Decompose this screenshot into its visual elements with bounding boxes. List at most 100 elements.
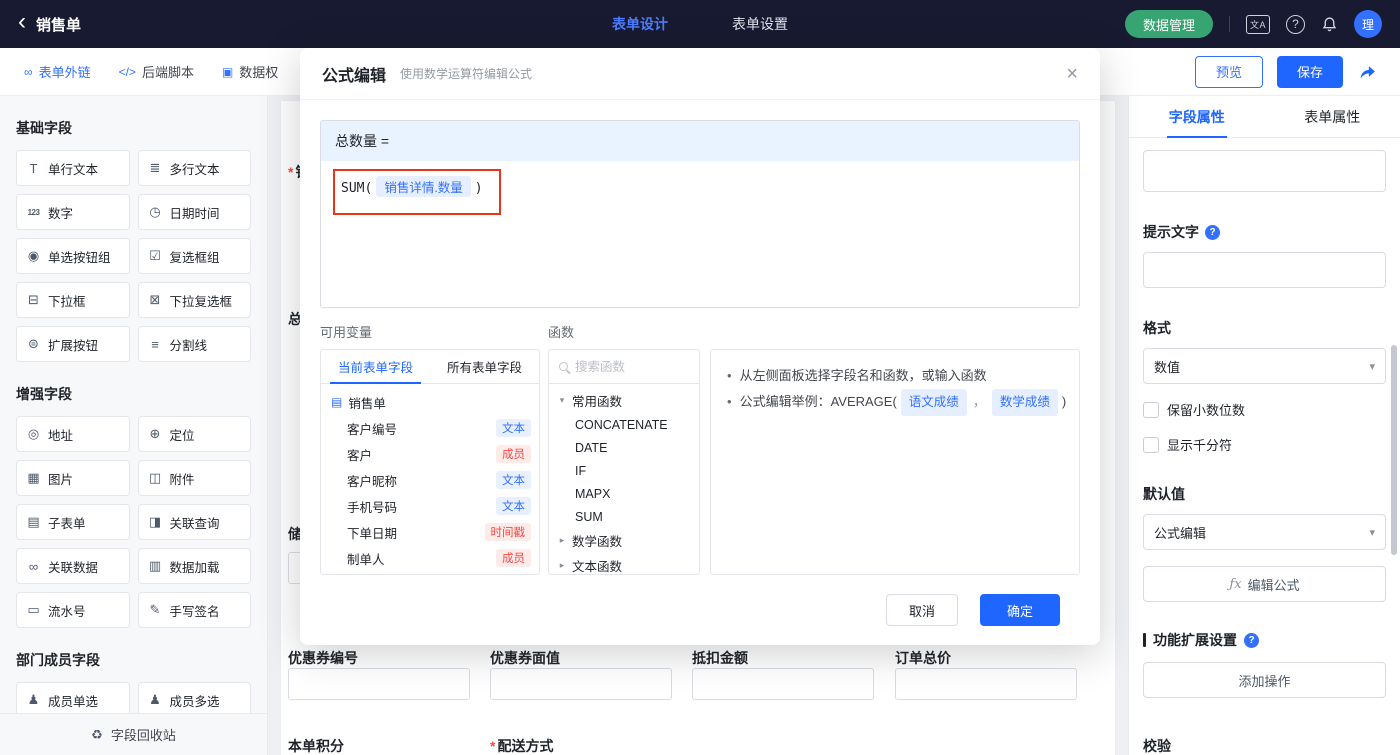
confirm-button[interactable]: 确定 <box>980 594 1060 626</box>
props-top-input[interactable] <box>1143 150 1386 192</box>
variable-name: 客户 <box>347 445 372 464</box>
field-extend-button[interactable]: ⊜扩展按钮 <box>16 326 130 362</box>
field-single-text[interactable]: T单行文本 <box>16 150 130 186</box>
group-math-functions[interactable]: ▸数学函数 <box>549 528 699 553</box>
hint-help-icon[interactable]: ? <box>1205 225 1220 240</box>
field-multi-text[interactable]: ≣多行文本 <box>138 150 252 186</box>
edit-formula-button[interactable]: ƒx编辑公式 <box>1143 566 1386 602</box>
field-linked-data[interactable]: ∞关联数据 <box>16 548 130 584</box>
coupon-number-input[interactable] <box>288 668 470 700</box>
function-concatenate[interactable]: CONCATENATE <box>549 413 699 436</box>
radio-icon: ◉ <box>25 248 42 264</box>
panel-scrollbar[interactable] <box>1391 345 1397 555</box>
coupon-value-input[interactable] <box>490 668 672 700</box>
chevron-right-icon: ▸ <box>557 535 567 546</box>
field-select[interactable]: ⊟下拉框 <box>16 282 130 318</box>
preview-button[interactable]: 预览 <box>1195 56 1263 88</box>
variable-row[interactable]: 制单人成员 <box>321 545 539 571</box>
function-if[interactable]: IF <box>549 459 699 482</box>
variable-row[interactable]: 客户编号文本 <box>321 415 539 441</box>
field-recycle-bin[interactable]: ♻ 字段回收站 <box>0 713 267 755</box>
formula-editor: 总数量 = SUM(销售详情.数量) <box>320 120 1080 308</box>
deduct-amount-input[interactable] <box>692 668 874 700</box>
field-chip[interactable]: 销售详情.数量 <box>376 176 470 197</box>
keep-decimal-checkbox[interactable]: 保留小数位数 <box>1143 400 1386 419</box>
formula-function-open: SUM( <box>341 181 372 196</box>
extend-button-icon: ⊜ <box>25 336 42 352</box>
default-value-select[interactable]: 公式编辑▾ <box>1143 514 1386 550</box>
field-divider[interactable]: ≡分割线 <box>138 326 252 362</box>
cancel-button[interactable]: 取消 <box>886 594 958 626</box>
header-right: 数据管理 文A ? 理 <box>1125 10 1382 38</box>
form-root-node[interactable]: ▤销售单 <box>321 389 539 415</box>
enhanced-fields-grid: ◎地址 ⊕定位 ▦图片 ◫附件 ▤子表单 ◨关联查询 ∞关联数据 ▥数据加载 ▭… <box>16 416 251 628</box>
field-subform[interactable]: ▤子表单 <box>16 504 130 540</box>
tab-form-settings[interactable]: 表单设置 <box>732 14 788 34</box>
extension-help-icon[interactable]: ? <box>1244 633 1259 648</box>
publish-share-icon[interactable] <box>1357 62 1376 81</box>
field-datetime[interactable]: ◷日期时间 <box>138 194 252 230</box>
variable-row[interactable]: 手机号码文本 <box>321 493 539 519</box>
variable-row[interactable]: 下单日期时间戳 <box>321 519 539 545</box>
field-label: 数据加载 <box>170 557 220 576</box>
save-button[interactable]: 保存 <box>1277 56 1343 88</box>
field-label: 复选框组 <box>170 247 220 266</box>
field-serial-number[interactable]: ▭流水号 <box>16 592 130 628</box>
function-search-input[interactable] <box>575 360 689 374</box>
tab-current-form-fields[interactable]: 当前表单字段 <box>321 350 430 383</box>
recycle-label: 字段回收站 <box>111 725 176 744</box>
bell-icon[interactable] <box>1321 16 1338 33</box>
field-checkbox-group[interactable]: ☑复选框组 <box>138 238 252 274</box>
properties-tabs: 字段属性 表单属性 <box>1129 96 1400 138</box>
field-location[interactable]: ⊕定位 <box>138 416 252 452</box>
tab-field-properties[interactable]: 字段属性 <box>1129 96 1265 137</box>
example-suffix: ) <box>1062 394 1066 409</box>
form-external-link-button[interactable]: ∞ 表单外链 <box>24 62 91 81</box>
field-label: 日期时间 <box>170 203 220 222</box>
field-attachment[interactable]: ◫附件 <box>138 460 252 496</box>
coupon-value-label: 优惠券面值 <box>490 648 560 668</box>
hint-text-input[interactable] <box>1143 252 1386 288</box>
checkbox-label: 保留小数位数 <box>1167 400 1245 419</box>
field-linked-query[interactable]: ◨关联查询 <box>138 504 252 540</box>
field-image[interactable]: ▦图片 <box>16 460 130 496</box>
multi-text-icon: ≣ <box>147 160 164 176</box>
avatar[interactable]: 理 <box>1354 10 1382 38</box>
function-search[interactable] <box>549 350 699 384</box>
field-data-load[interactable]: ▥数据加载 <box>138 548 252 584</box>
tab-form-properties[interactable]: 表单属性 <box>1265 96 1400 137</box>
back-icon[interactable]: ‹ <box>18 10 26 34</box>
backend-script-button[interactable]: </> 后端脚本 <box>119 62 194 81</box>
field-label: 分割线 <box>170 335 208 354</box>
data-permission-button[interactable]: ▣ 数据权 <box>222 62 278 81</box>
formula-input-area[interactable]: SUM( 销售详情.数量) <box>321 161 1079 308</box>
extension-settings-title: 功能扩展设置? <box>1143 630 1386 650</box>
field-signature[interactable]: ✎手写签名 <box>138 592 252 628</box>
group-text-functions[interactable]: ▸文本函数 <box>549 553 699 575</box>
formula-editor-modal: 公式编辑 使用数学运算符编辑公式 × 总数量 = SUM(销售详情.数量) 可用… <box>300 48 1100 645</box>
dropdown-icon: ⊟ <box>25 292 42 308</box>
group-common-functions[interactable]: ▾常用函数 <box>549 388 699 413</box>
variable-row[interactable]: 客户成员 <box>321 441 539 467</box>
tab-all-form-fields[interactable]: 所有表单字段 <box>430 350 539 383</box>
function-mapx[interactable]: MAPX <box>549 482 699 505</box>
function-date[interactable]: DATE <box>549 436 699 459</box>
field-number[interactable]: 123数字 <box>16 194 130 230</box>
order-total-input[interactable] <box>895 668 1077 700</box>
group-label: 常用函数 <box>572 391 622 410</box>
thousand-separator-checkbox[interactable]: 显示千分符 <box>1143 435 1386 454</box>
data-manage-button[interactable]: 数据管理 <box>1125 10 1213 38</box>
format-select[interactable]: 数值▾ <box>1143 348 1386 384</box>
help-icon[interactable]: ? <box>1286 15 1305 34</box>
variable-row[interactable]: 客户昵称文本 <box>321 467 539 493</box>
field-address[interactable]: ◎地址 <box>16 416 130 452</box>
formula-function-close: ) <box>475 181 483 196</box>
translate-icon[interactable]: 文A <box>1246 15 1270 34</box>
close-icon[interactable]: × <box>1066 64 1078 84</box>
field-radio-group[interactable]: ◉单选按钮组 <box>16 238 130 274</box>
function-sum[interactable]: SUM <box>549 505 699 528</box>
field-multi-select[interactable]: ⊠下拉复选框 <box>138 282 252 318</box>
tab-form-design[interactable]: 表单设计 <box>612 14 668 34</box>
add-action-button[interactable]: 添加操作 <box>1143 662 1386 698</box>
number-icon: 123 <box>25 208 42 217</box>
